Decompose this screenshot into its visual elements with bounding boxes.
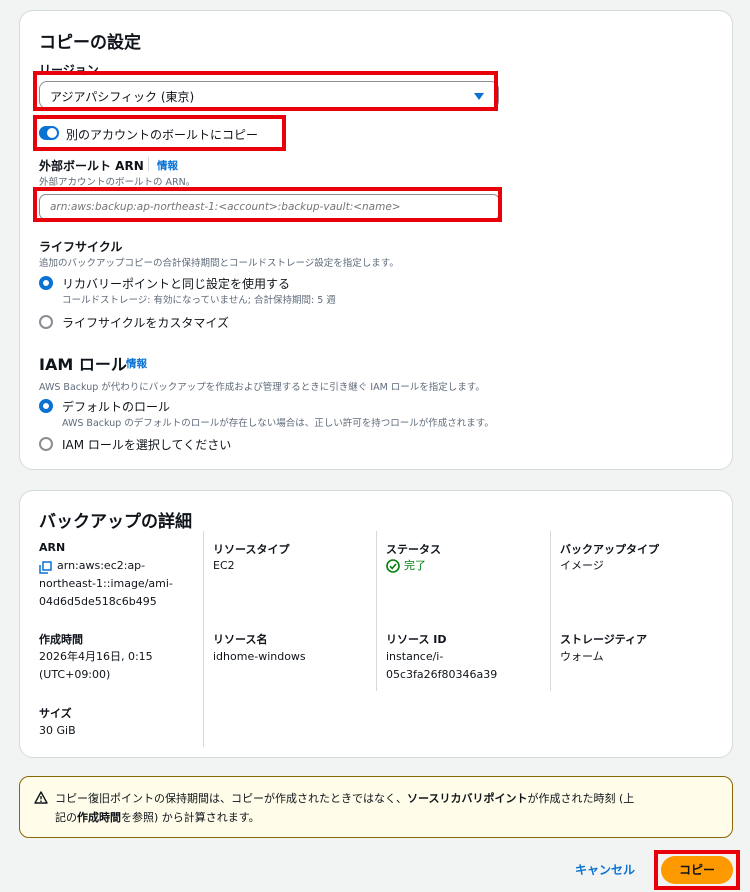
- iam-description: AWS Backup が代わりにバックアップを作成および管理するときに引き継ぐ …: [39, 382, 485, 393]
- warning-text-part1: コピー復旧ポイントの保持期間は、コピーが作成されたときではなく、: [55, 792, 407, 805]
- column-divider: [376, 531, 377, 691]
- iam-default-role-label: デフォルトのロール: [62, 400, 171, 414]
- arn-label: ARN: [39, 541, 66, 554]
- resource-type-label: リソースタイプ: [213, 543, 290, 556]
- lifecycle-customize-label: ライフサイクルをカスタマイズ: [62, 316, 230, 330]
- success-check-icon: [386, 559, 400, 573]
- created-time-value-line1: 2026年4月16日, 0:15: [39, 650, 153, 663]
- iam-default-role-sub: AWS Backup のデフォルトのロールが存在しない場合は、正しい許可を持つロ…: [62, 418, 494, 429]
- highlight-region: [33, 71, 498, 111]
- iam-default-role-radio[interactable]: [39, 399, 53, 413]
- external-vault-description: 外部アカウントのボールトの ARN。: [39, 177, 196, 188]
- iam-role-heading: IAM ロール: [39, 355, 127, 374]
- cancel-button[interactable]: キャンセル: [575, 861, 635, 878]
- backup-details-panel: バックアップの詳細 ARN arn:aws:ec2:ap- northeast-…: [19, 490, 733, 758]
- storage-tier-label: ストレージティア: [560, 633, 648, 646]
- warning-text-part4: を参照) から計算されます。: [121, 811, 260, 824]
- arn-value-line2: northeast-1::image/ami-: [39, 577, 173, 590]
- iam-info-link[interactable]: 情報: [126, 356, 147, 371]
- resource-id-value-line1: instance/i-: [386, 650, 444, 663]
- warning-text-bold1: ソースリカバリポイント: [407, 792, 528, 805]
- resource-name-value: idhome-windows: [213, 650, 306, 663]
- warning-text-part3: 記の: [55, 811, 77, 824]
- column-divider: [203, 531, 204, 747]
- highlight-toggle: [33, 115, 286, 151]
- lifecycle-same-settings-label: リカバリーポイントと同じ設定を使用する: [62, 277, 291, 291]
- arn-value-line3: 04d6d5de518c6b495: [39, 595, 157, 608]
- external-vault-label: 外部ボールト ARN: [39, 159, 144, 173]
- lifecycle-customize-radio[interactable]: [39, 315, 53, 329]
- warning-text-bold2: 作成時間: [77, 811, 121, 824]
- lifecycle-same-settings-sub: コールドストレージ: 有効になっていません; 合計保持期間: 5 週: [62, 295, 336, 306]
- details-title: バックアップの詳細: [39, 512, 192, 532]
- external-vault-info-link[interactable]: 情報: [157, 158, 178, 173]
- copy-button-label: コピー: [678, 863, 715, 877]
- copy-icon[interactable]: [39, 561, 52, 574]
- iam-select-role-radio[interactable]: [39, 437, 53, 451]
- resource-type-value: EC2: [213, 559, 235, 572]
- label-divider: [148, 157, 149, 171]
- status-value: 完了: [404, 559, 426, 572]
- warning-text-part2: が作成された時刻 (上: [527, 792, 635, 805]
- copy-button[interactable]: コピー: [661, 856, 733, 884]
- created-time-label: 作成時間: [39, 633, 83, 646]
- iam-select-role-label: IAM ロールを選択してください: [62, 438, 232, 452]
- lifecycle-same-settings-radio[interactable]: [39, 276, 53, 290]
- backup-type-label: バックアップタイプ: [560, 543, 659, 556]
- lifecycle-description: 追加のバックアップコピーの合計保持期間とコールドストレージ設定を指定します。: [39, 258, 399, 269]
- resource-id-value-line2: 05c3fa26f80346a39: [386, 668, 498, 681]
- resource-name-label: リソース名: [213, 633, 268, 646]
- size-label: サイズ: [39, 707, 72, 720]
- warning-text: コピー復旧ポイントの保持期間は、コピーが作成されたときではなく、ソースリカバリポ…: [55, 789, 720, 827]
- resource-id-label: リソース ID: [386, 633, 447, 646]
- storage-tier-value: ウォーム: [560, 650, 604, 663]
- lifecycle-label: ライフサイクル: [39, 240, 123, 254]
- backup-type-value: イメージ: [560, 559, 604, 572]
- panel-title: コピーの設定: [39, 33, 141, 53]
- created-time-value-line2: (UTC+09:00): [39, 668, 111, 681]
- retention-warning-alert: コピー復旧ポイントの保持期間は、コピーが作成されたときではなく、ソースリカバリポ…: [19, 776, 733, 838]
- arn-value-line1: arn:aws:ec2:ap-: [57, 559, 146, 572]
- size-value: 30 GiB: [39, 724, 76, 737]
- status-label: ステータス: [386, 543, 441, 556]
- warning-icon: [34, 791, 48, 804]
- highlight-arn-input: [33, 187, 502, 222]
- column-divider: [550, 531, 551, 691]
